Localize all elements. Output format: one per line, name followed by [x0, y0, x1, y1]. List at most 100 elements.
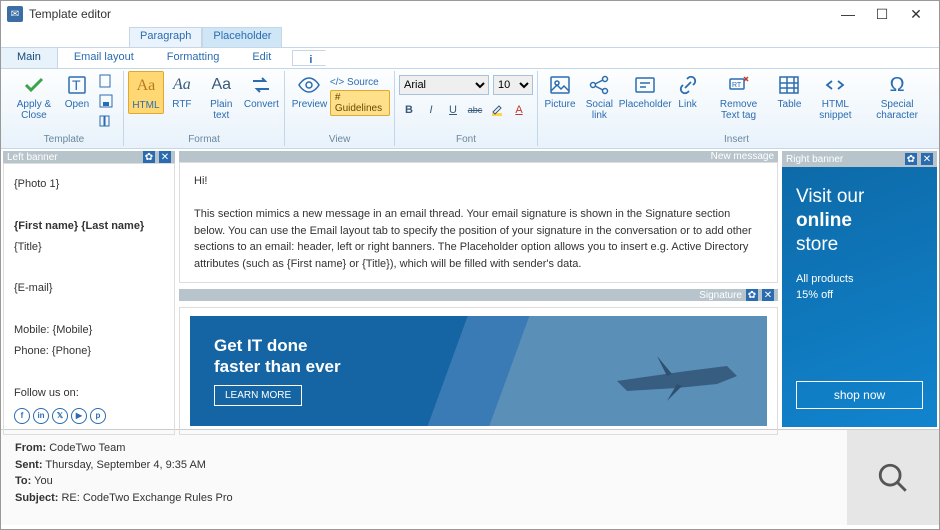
- left-banner-header: Left banner ✿ ✕: [3, 151, 175, 163]
- to-label: To:: [15, 475, 31, 487]
- mobile-placeholder: Mobile: {Mobile}: [14, 320, 164, 341]
- close-button[interactable]: ✕: [899, 3, 933, 25]
- sent-label: Sent:: [15, 459, 43, 471]
- strike-button[interactable]: abc: [465, 101, 485, 119]
- new-icon[interactable]: [99, 74, 115, 88]
- close-panel-icon[interactable]: ✕: [921, 153, 933, 165]
- tab-placeholder[interactable]: Placeholder: [202, 27, 282, 47]
- facebook-icon[interactable]: f: [14, 408, 30, 424]
- link-icon: [676, 73, 700, 97]
- signature-body[interactable]: Get IT donefaster than ever LEARN MORE: [179, 307, 778, 435]
- snippet-icon: [823, 73, 847, 97]
- greeting: Hi!: [194, 173, 763, 190]
- right-banner-body[interactable]: Visit our online store All products 15% …: [782, 167, 937, 427]
- tab-main[interactable]: Main: [1, 48, 58, 68]
- format-rtf-button[interactable]: Aa RTF: [164, 71, 200, 112]
- template-small-buttons[interactable]: [95, 71, 119, 131]
- save-icon[interactable]: [99, 94, 115, 108]
- app-icon: ✉: [7, 6, 23, 22]
- rb-line3: store: [796, 234, 838, 255]
- to-value: You: [31, 475, 52, 487]
- subject-label: Subject:: [15, 492, 58, 504]
- font-family-select[interactable]: Arial: [399, 75, 489, 95]
- jet-image: [607, 346, 747, 406]
- guidelines-button[interactable]: # Guidelines: [330, 90, 390, 116]
- highlight-button[interactable]: [487, 101, 507, 119]
- maximize-button[interactable]: ☐: [865, 3, 899, 25]
- italic-button[interactable]: I: [421, 101, 441, 119]
- preview-button[interactable]: Preview: [289, 71, 330, 112]
- tab-email-layout[interactable]: Email layout: [58, 48, 151, 68]
- convert-button[interactable]: Convert: [243, 71, 281, 112]
- title-placeholder: {Title}: [14, 237, 164, 258]
- aa-html-icon: Aa: [134, 74, 158, 98]
- tab-edit[interactable]: Edit: [236, 48, 288, 68]
- minimize-button[interactable]: —: [831, 3, 865, 25]
- left-banner-title: Left banner: [7, 152, 58, 163]
- remove-text-tag-button[interactable]: RTRemove Text tag: [706, 71, 772, 123]
- format-html-button[interactable]: Aa HTML: [128, 71, 164, 114]
- format-plain-button[interactable]: Aa Plain text: [200, 71, 243, 123]
- eye-icon: [297, 73, 321, 97]
- sig-headline-1: Get IT done: [214, 336, 308, 355]
- gear-icon[interactable]: ✿: [905, 153, 917, 165]
- tab-formatting[interactable]: Formatting: [151, 48, 237, 68]
- apply-close-button[interactable]: Apply & Close: [9, 71, 59, 123]
- insert-table-button[interactable]: Table: [771, 71, 807, 112]
- tab-paragraph[interactable]: Paragraph: [129, 27, 202, 47]
- picture-icon: [548, 73, 572, 97]
- share-icon: [587, 73, 611, 97]
- photo-placeholder: {Photo 1}: [14, 174, 164, 195]
- from-value: CodeTwo Team: [46, 442, 125, 454]
- search-button[interactable]: [847, 430, 939, 525]
- learn-more-button[interactable]: LEARN MORE: [214, 385, 302, 406]
- new-message-header: New message: [179, 151, 778, 162]
- new-message-body[interactable]: Hi! This section mimics a new message in…: [179, 162, 778, 283]
- pinterest-icon[interactable]: p: [90, 408, 106, 424]
- twitter-icon[interactable]: 𝕏: [52, 408, 68, 424]
- close-panel-icon[interactable]: ✕: [762, 289, 774, 301]
- signature-title: Signature: [699, 290, 742, 301]
- youtube-icon[interactable]: ▶: [71, 408, 87, 424]
- mail-header: From: CodeTwo Team Sent: Thursday, Septe…: [1, 430, 847, 525]
- gear-icon[interactable]: ✿: [143, 151, 155, 163]
- right-banner-header: Right banner ✿ ✕: [782, 151, 937, 167]
- new-message-title: New message: [711, 151, 774, 162]
- info-button[interactable]: i: [292, 50, 326, 66]
- insert-link-button[interactable]: Link: [670, 71, 706, 112]
- signature-header: Signature ✿ ✕: [179, 289, 778, 301]
- group-label-insert: Insert: [724, 134, 749, 146]
- gear-icon[interactable]: ✿: [746, 289, 758, 301]
- shop-now-button[interactable]: shop now: [796, 381, 923, 409]
- check-icon: [22, 73, 46, 97]
- editor-content: Left banner ✿ ✕ {Photo 1} {First name} {…: [1, 149, 939, 429]
- signature-banner: Get IT donefaster than ever LEARN MORE: [190, 316, 767, 426]
- remove-tag-icon: RT: [727, 73, 751, 97]
- rb-sub1: All products: [796, 273, 853, 285]
- main-tab-row: Main Email layout Formatting Edit i: [1, 47, 939, 69]
- source-button[interactable]: </> Source: [330, 77, 390, 88]
- close-panel-icon[interactable]: ✕: [159, 151, 171, 163]
- group-label-font: Font: [456, 134, 476, 146]
- special-char-button[interactable]: ΩSpecial character: [863, 71, 931, 123]
- insert-placeholder-button[interactable]: Placeholder: [621, 71, 670, 112]
- insert-social-button[interactable]: Social link: [578, 71, 621, 123]
- bold-button[interactable]: B: [399, 101, 419, 119]
- font-size-select[interactable]: 10: [493, 75, 533, 95]
- underline-button[interactable]: U: [443, 101, 463, 119]
- search-icon: [876, 461, 910, 495]
- font-color-button[interactable]: A: [509, 101, 529, 119]
- left-banner-body[interactable]: {Photo 1} {First name} {Last name} {Titl…: [3, 163, 175, 435]
- email-placeholder: {E-mail}: [14, 278, 164, 299]
- message-text: This section mimics a new message in an …: [194, 206, 763, 272]
- placeholder-icon: [633, 73, 657, 97]
- sent-value: Thursday, September 4, 9:35 AM: [43, 459, 206, 471]
- linkedin-icon[interactable]: in: [33, 408, 49, 424]
- aa-rtf-icon: Aa: [170, 73, 194, 97]
- omega-icon: Ω: [885, 73, 909, 97]
- insert-picture-button[interactable]: Picture: [542, 71, 578, 112]
- context-tab-row: Paragraph Placeholder: [1, 27, 939, 47]
- html-snippet-button[interactable]: HTML snippet: [807, 71, 863, 123]
- library-icon[interactable]: [99, 114, 115, 128]
- open-button[interactable]: T Open: [59, 71, 95, 112]
